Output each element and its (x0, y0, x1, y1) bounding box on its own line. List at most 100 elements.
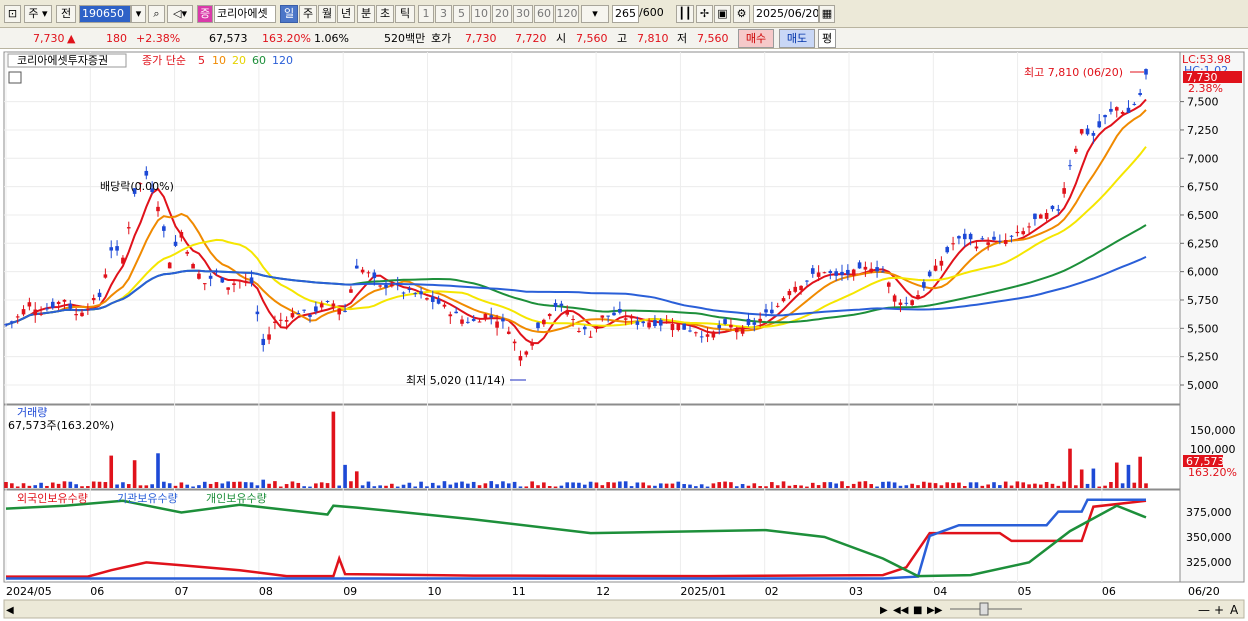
volume-bar (1138, 456, 1142, 488)
search-icon[interactable]: ⌕ (148, 5, 165, 23)
volume-bar (547, 486, 552, 488)
volume-bar (1044, 482, 1049, 488)
count-input[interactable]: 265 (612, 5, 639, 23)
nav-first-button[interactable]: ◀◀ (893, 605, 909, 616)
tab-yearly[interactable]: 년 (337, 5, 355, 23)
candle-body (1027, 226, 1031, 228)
interval-1[interactable]: 1 (418, 5, 434, 23)
interval-20[interactable]: 20 (492, 5, 512, 23)
nav-stop-button[interactable]: ■ (913, 605, 922, 616)
candle-body (273, 321, 277, 323)
candle-body (121, 257, 125, 264)
volume-bar (273, 481, 277, 488)
volume-bar (992, 482, 996, 488)
dividend-annotation: 배당락(0.00%) (100, 180, 174, 193)
candle-body (945, 247, 950, 253)
volume-bar (1144, 483, 1148, 488)
candle-body (980, 238, 985, 240)
count-total: /600 (639, 6, 664, 19)
font-size-button[interactable]: A (1230, 603, 1239, 617)
candle-body (1114, 107, 1119, 111)
volume-bar (571, 482, 575, 488)
volume-bar (290, 481, 295, 488)
date-tick-label: 06 (90, 585, 104, 598)
zoom-in-button[interactable]: + (1214, 603, 1224, 617)
calendar-icon[interactable]: ▦ (819, 5, 835, 23)
volume-bar (91, 481, 96, 488)
candle-body (425, 298, 429, 300)
volume-bar (635, 482, 640, 488)
tab-weekly[interactable]: 주 (299, 5, 317, 23)
candle-body (699, 336, 704, 338)
interval-dropdown[interactable]: ▾ (581, 5, 609, 23)
volume-bar (21, 483, 26, 488)
tab-second[interactable]: 초 (376, 5, 394, 23)
candle-body (407, 288, 412, 291)
candle-body (413, 293, 418, 295)
candle-body (1050, 205, 1055, 210)
prev-button[interactable]: 전 (56, 5, 76, 23)
volume-bar (144, 485, 149, 488)
eval-button[interactable]: 평 (818, 29, 836, 48)
scroll-strip[interactable] (3, 599, 1245, 619)
hold-axis-350k: 350,000 (1186, 531, 1232, 544)
sell-button[interactable]: 매도 (779, 29, 815, 48)
tab-daily[interactable]: 일 (280, 5, 298, 23)
volume-bar (822, 482, 827, 488)
table-toggle-icon[interactable] (8, 71, 22, 84)
gear-icon[interactable]: ⚙ (733, 5, 750, 23)
interval-5[interactable]: 5 (453, 5, 470, 23)
date-input[interactable]: 2025/06/20 (753, 5, 819, 23)
interval-60[interactable]: 60 (534, 5, 554, 23)
candle-body (664, 321, 669, 324)
candle-body (115, 246, 119, 251)
candle-body (676, 323, 681, 331)
nav-last-button[interactable]: ▶▶ (927, 605, 943, 616)
buy-button[interactable]: 매수 (738, 29, 774, 48)
candle-body (162, 226, 166, 231)
crosshair-icon[interactable]: ✢ (696, 5, 713, 23)
sound-icon[interactable]: ◁▾ (167, 5, 193, 23)
volume-bar (682, 484, 686, 488)
volume-bar (980, 485, 985, 488)
volume-bar (1103, 485, 1107, 488)
interval-120[interactable]: 120 (555, 5, 579, 23)
volume-bar (267, 483, 271, 488)
candle-body (957, 236, 961, 239)
candle-icon[interactable]: ┃┃ (676, 5, 694, 23)
candle-body (1079, 129, 1084, 134)
candle-body (998, 240, 1002, 242)
stock-code-input[interactable]: 190650 (79, 5, 131, 23)
period-type-select[interactable]: 주 ▾ (24, 5, 52, 23)
candle-body (372, 272, 377, 279)
tab-minute[interactable]: 분 (357, 5, 375, 23)
candle-body (506, 331, 511, 334)
zoom-out-button[interactable]: — (1198, 603, 1210, 617)
volume-bar (495, 484, 499, 488)
volume-bar (39, 482, 43, 488)
high-label: 고 (617, 32, 628, 45)
price-change-pct: +2.38% (136, 32, 181, 45)
candle-body (1103, 115, 1107, 118)
window-icon[interactable]: ⊡ (4, 5, 21, 23)
interval-3[interactable]: 3 (435, 5, 452, 23)
nav-next-button[interactable]: ▶ (880, 605, 888, 616)
interval-10[interactable]: 10 (471, 5, 491, 23)
stock-chart[interactable]: 5,000 5,250 5,500 5,750 6,000 6,250 6,500 6,750… (0, 50, 1248, 621)
tab-monthly[interactable]: 월 (318, 5, 336, 23)
volume-bar (179, 482, 184, 488)
volume-bar (974, 482, 979, 488)
volume-bar (1132, 482, 1137, 488)
candle-body (354, 265, 359, 269)
interval-30[interactable]: 30 (513, 5, 533, 23)
candle-body (45, 308, 49, 310)
save-icon[interactable]: ▣ (714, 5, 731, 23)
volume-bar (810, 482, 815, 488)
zoom-slider-thumb[interactable] (979, 602, 989, 616)
tab-tick[interactable]: 틱 (395, 5, 415, 23)
hold-axis-375k: 375,000 (1186, 506, 1232, 519)
date-tick-label: 05 (1018, 585, 1032, 598)
scroll-left-icon[interactable]: ◀ (6, 605, 14, 616)
period-type-label: 주 (28, 7, 39, 20)
code-dropdown-icon[interactable]: ▾ (131, 5, 146, 23)
